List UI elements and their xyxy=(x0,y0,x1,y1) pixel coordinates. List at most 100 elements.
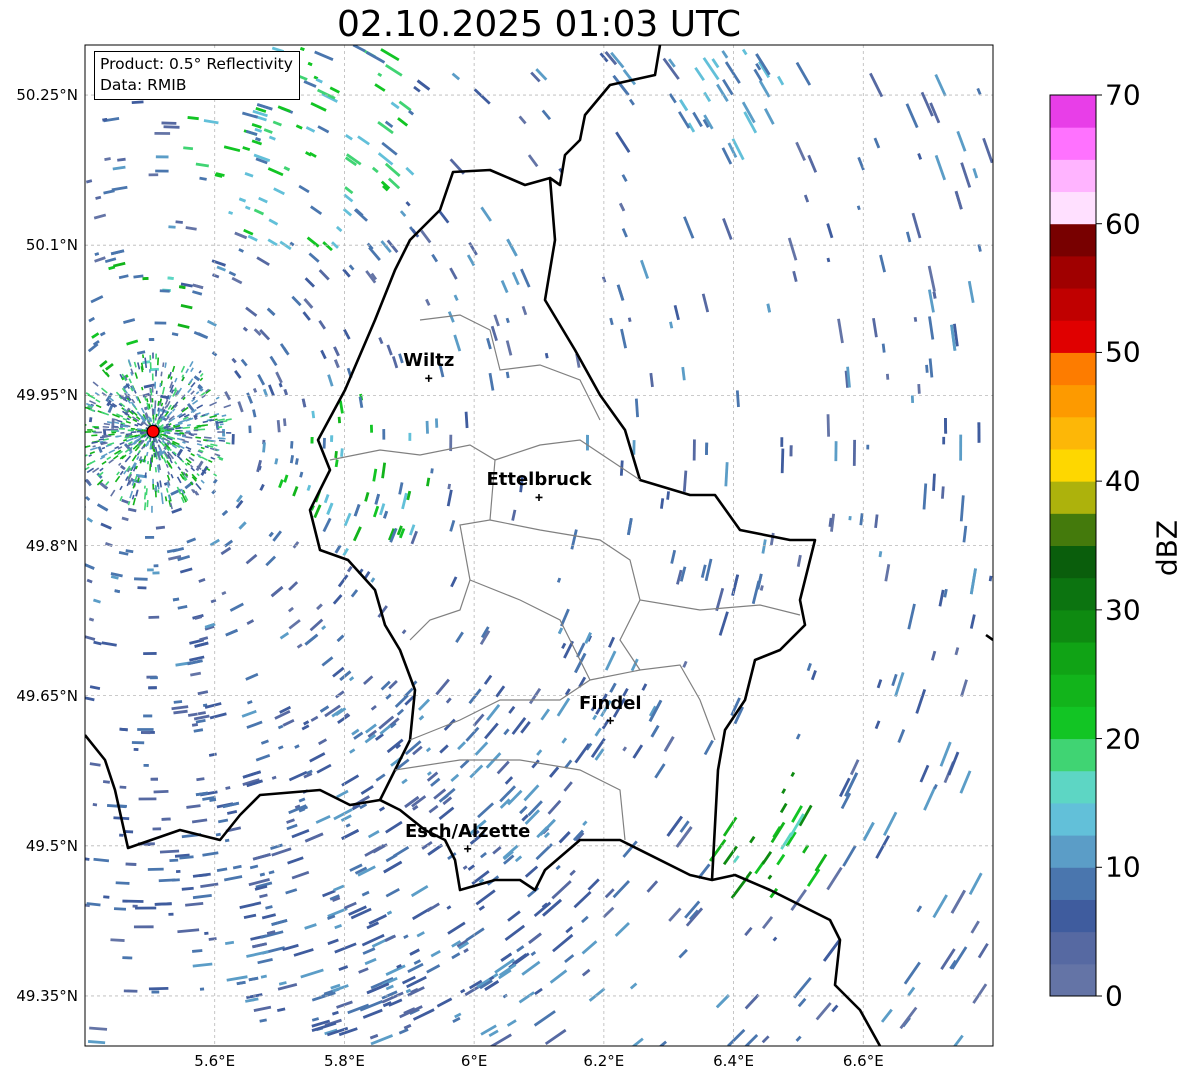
echo-cell xyxy=(148,173,159,177)
colorbar-segment xyxy=(1050,513,1096,546)
clutter-cell xyxy=(120,431,125,434)
echo-cell xyxy=(977,422,981,443)
colorbar-segment xyxy=(1050,674,1096,707)
echo-cell xyxy=(142,731,151,735)
echo-cell xyxy=(154,321,167,325)
colorbar-segment xyxy=(1050,609,1096,643)
colorbar-segment xyxy=(1050,320,1096,353)
echo-cell xyxy=(204,931,209,935)
echo-cell xyxy=(119,833,124,837)
clutter-cell xyxy=(155,370,157,377)
x-tick-label: 6.2°E xyxy=(583,1052,625,1070)
echo-cell xyxy=(147,568,154,572)
clutter-cell xyxy=(157,489,160,493)
echo-cell xyxy=(959,434,963,461)
colorbar-segment xyxy=(1050,127,1096,160)
city-label: Wiltz xyxy=(403,350,455,372)
colorbar-segment xyxy=(1050,642,1096,675)
echo-cell xyxy=(917,384,921,394)
echo-cell xyxy=(434,418,439,428)
echo-cell xyxy=(103,895,110,899)
clutter-cell xyxy=(155,390,158,395)
echo-cell xyxy=(852,439,857,466)
colorbar-tick-label: 30 xyxy=(1105,593,1141,627)
colorbar-segment xyxy=(1050,867,1096,900)
echo-cell xyxy=(322,437,326,449)
colorbar-segment xyxy=(1050,738,1096,772)
clutter-cell xyxy=(75,453,82,457)
echo-cell xyxy=(138,797,157,801)
clutter-cell xyxy=(150,404,153,408)
clutter-cell xyxy=(220,437,225,440)
echo-cell xyxy=(151,990,160,994)
echo-cell xyxy=(834,441,838,462)
colorbar-segment xyxy=(1050,223,1096,257)
clutter-cell xyxy=(118,427,125,430)
echo-cell xyxy=(866,444,870,450)
echo-cell xyxy=(125,862,137,866)
clutter-cell xyxy=(151,505,153,513)
colorbar-label: dBZ xyxy=(1150,519,1184,577)
city-label: Esch/Alzette xyxy=(405,820,531,842)
y-tick-label: 50.25°N xyxy=(16,86,78,105)
city-label: Findel xyxy=(579,692,642,714)
echo-cell xyxy=(119,785,127,789)
colorbar-segment xyxy=(1050,159,1096,193)
clutter-cell xyxy=(217,431,225,433)
colorbar-tick-label: 10 xyxy=(1105,850,1141,884)
echo-cell xyxy=(159,289,170,293)
colorbar-tick-label: 50 xyxy=(1105,335,1141,369)
clutter-cell xyxy=(148,369,151,373)
colorbar-segment xyxy=(1050,191,1096,225)
y-tick-label: 49.65°N xyxy=(16,686,78,705)
echo-cell xyxy=(142,276,149,281)
echo-cell xyxy=(382,429,386,440)
echo-cell xyxy=(150,676,158,680)
colorbar-segment xyxy=(1050,384,1096,418)
clutter-cell xyxy=(79,451,83,454)
info-box: Product: 0.5° Reflectivity Data: RMIB xyxy=(94,51,300,100)
colorbar-segment xyxy=(1050,481,1096,514)
echo-cell xyxy=(425,420,429,434)
clutter-cell xyxy=(154,381,157,389)
echo-cell xyxy=(408,432,412,441)
clutter-cell xyxy=(175,429,181,432)
clutter-cell xyxy=(151,373,154,381)
clutter-cell xyxy=(179,432,185,435)
echo-cell xyxy=(143,714,153,718)
echo-cell xyxy=(122,956,133,960)
echo-cell xyxy=(780,437,784,447)
colorbar-segment xyxy=(1050,545,1096,579)
echo-cell xyxy=(148,686,157,690)
echo-cell xyxy=(152,827,162,831)
echo-cell xyxy=(885,373,890,380)
echo-cell xyxy=(161,817,171,821)
echo-cell xyxy=(122,899,144,903)
echo-cell xyxy=(148,338,155,342)
echo-cell xyxy=(231,434,235,445)
colorbar-tick-label: 70 xyxy=(1105,78,1141,112)
echo-cell xyxy=(147,867,164,871)
y-tick-label: 49.35°N xyxy=(16,986,78,1005)
y-tick-label: 49.5°N xyxy=(25,836,78,855)
radar-map xyxy=(73,44,1102,1047)
product-label: Product: 0.5° Reflectivity xyxy=(100,55,293,73)
city-label: Ettelbruck xyxy=(486,469,592,491)
colorbar-segment xyxy=(1050,802,1096,836)
clutter-cell xyxy=(151,456,153,463)
y-tick-label: 50.1°N xyxy=(25,236,78,255)
data-source-label: Data: RMIB xyxy=(100,76,187,94)
echo-cell xyxy=(330,435,334,442)
echo-cell xyxy=(705,442,709,455)
clutter-cell xyxy=(165,431,170,433)
map-plot-area xyxy=(85,45,993,1046)
echo-cell xyxy=(692,439,696,461)
clutter-cell xyxy=(136,430,142,433)
colorbar-segment xyxy=(1050,448,1096,482)
clutter-cell xyxy=(152,352,154,359)
echo-cell xyxy=(134,577,148,581)
echo-cell xyxy=(163,125,180,129)
y-tick-label: 49.8°N xyxy=(25,536,78,555)
clutter-cell xyxy=(73,436,79,438)
echo-cell xyxy=(145,535,155,539)
